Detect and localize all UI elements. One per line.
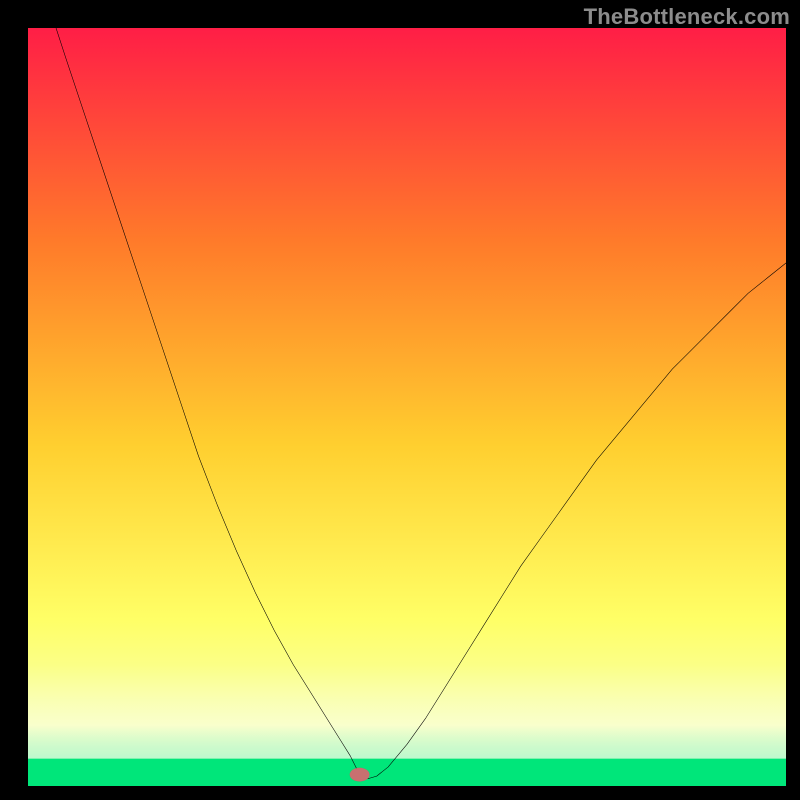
optimal-point-marker <box>350 768 370 782</box>
watermark-text: TheBottleneck.com <box>584 4 790 30</box>
chart-frame: TheBottleneck.com <box>0 0 800 800</box>
green-band <box>28 759 786 786</box>
bottleneck-chart <box>28 28 786 786</box>
